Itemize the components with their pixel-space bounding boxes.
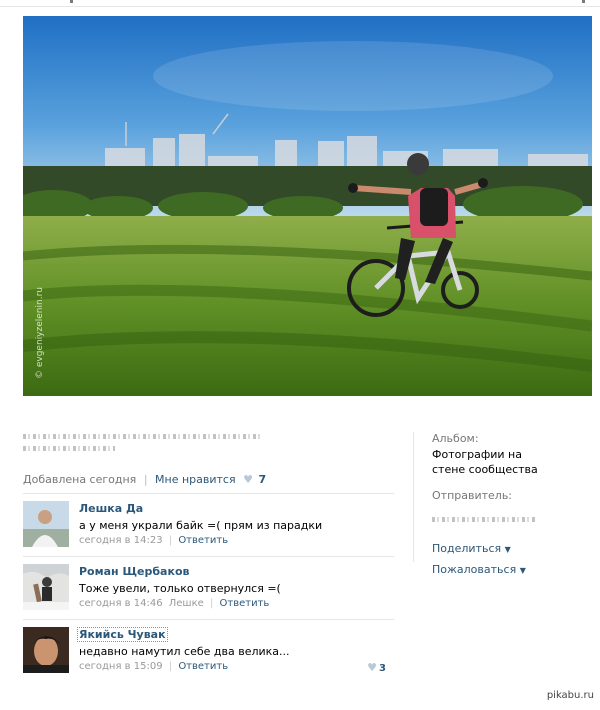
like-count: 7 xyxy=(258,473,267,486)
share-menu[interactable]: Поделиться ▼ xyxy=(432,542,582,555)
comment-meta: сегодня в 14:23 | Ответить xyxy=(79,535,228,546)
top-border xyxy=(0,0,600,7)
reply-to[interactable]: Лешке xyxy=(169,598,204,609)
avatar-image xyxy=(23,564,69,610)
chevron-down-icon[interactable]: ▼ xyxy=(520,566,526,575)
comment-time[interactable]: сегодня в 15:09 xyxy=(79,661,163,672)
avatar[interactable] xyxy=(23,564,69,610)
comment-likes[interactable]: ♥ 3 xyxy=(363,661,386,674)
comment-text: недавно намутил себе два велика... xyxy=(79,645,290,658)
reply-button[interactable]: Ответить xyxy=(220,598,270,609)
comment-author-name[interactable]: Якийсь Чувак xyxy=(77,627,168,642)
comment-time[interactable]: сегодня в 14:46 xyxy=(79,598,163,609)
reply-button[interactable]: Ответить xyxy=(178,535,228,546)
comment-text: а у меня украли байк =( прям из парадки xyxy=(79,519,323,532)
separator: | xyxy=(209,598,214,609)
share-label[interactable]: Поделиться xyxy=(432,542,501,555)
top-dot xyxy=(70,0,73,3)
report-menu[interactable]: Пожаловаться ▼ xyxy=(432,563,582,576)
sender-label: Отправитель: xyxy=(432,489,513,502)
comment-item: Лешка Да а у меня украли байк =( прям из… xyxy=(23,501,394,551)
album-label: Альбом: xyxy=(432,432,479,445)
added-date: Добавлена сегодня xyxy=(23,473,137,486)
site-watermark: pikabu.ru xyxy=(546,690,594,701)
comment-meta: сегодня в 14:46 Лешке | Ответить xyxy=(79,598,269,609)
avatar[interactable] xyxy=(23,627,69,673)
comment-like-count: 3 xyxy=(379,663,386,674)
post-meta: Добавлена сегодня | Мне нравится ♥ 7 xyxy=(23,473,266,486)
blurred-sender xyxy=(432,517,536,522)
photo-illustration xyxy=(23,16,592,396)
like-button[interactable]: Мне нравится xyxy=(155,473,236,486)
reply-button[interactable]: Ответить xyxy=(178,661,228,672)
avatar-image xyxy=(23,501,69,547)
blurred-description xyxy=(23,434,283,464)
separator: | xyxy=(168,535,173,546)
comment-time[interactable]: сегодня в 14:23 xyxy=(79,535,163,546)
divider xyxy=(23,619,394,620)
comment-author[interactable]: Роман Щербаков xyxy=(79,565,189,578)
top-dot xyxy=(582,0,585,3)
comment-item: Якийсь Чувак недавно намутил себе два ве… xyxy=(23,627,394,677)
divider xyxy=(23,493,394,494)
comment-meta: сегодня в 15:09 | Ответить xyxy=(79,661,228,672)
sender-blurred xyxy=(432,507,582,526)
comment-text: Тоже увели, только отвернулся =( xyxy=(79,582,281,595)
heart-icon[interactable]: ♥ xyxy=(243,473,253,486)
report-label[interactable]: Пожаловаться xyxy=(432,563,516,576)
avatar-image xyxy=(23,627,69,673)
blurred-line xyxy=(23,446,115,451)
album-link[interactable]: Фотографии на стене сообщества xyxy=(432,447,550,477)
avatar[interactable] xyxy=(23,501,69,547)
post-photo[interactable]: © evgeniyzelenin.ru xyxy=(23,16,592,396)
divider xyxy=(23,556,394,557)
photo-watermark: © evgeniyzelenin.ru xyxy=(35,287,45,379)
comment-author[interactable]: Якийсь Чувак xyxy=(77,627,168,642)
photo-sidebar: Альбом: Фотографии на стене сообщества О… xyxy=(413,432,582,576)
separator: | xyxy=(168,661,173,672)
blurred-line xyxy=(23,434,263,439)
separator: | xyxy=(143,473,148,486)
comment-author[interactable]: Лешка Да xyxy=(79,502,143,515)
comment-item: Роман Щербаков Тоже увели, только отверн… xyxy=(23,564,394,614)
heart-icon[interactable]: ♥ xyxy=(367,661,377,674)
chevron-down-icon[interactable]: ▼ xyxy=(505,545,511,554)
